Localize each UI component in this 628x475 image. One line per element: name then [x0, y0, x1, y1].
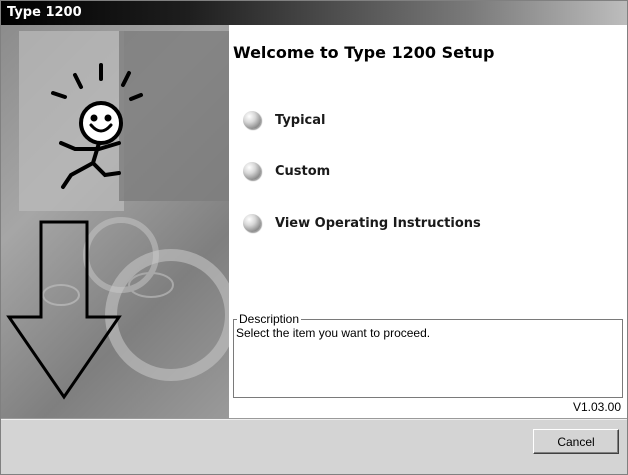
option-view-instructions-label: View Operating Instructions: [275, 215, 481, 231]
option-custom[interactable]: Custom: [243, 159, 330, 183]
radio-bullet-icon: [243, 162, 261, 180]
title-bar[interactable]: Type 1200: [1, 1, 627, 25]
swirl-1: [105, 249, 229, 381]
version-label: V1.03.00: [572, 400, 621, 414]
option-view-instructions[interactable]: View Operating Instructions: [243, 211, 481, 235]
panel-right: [119, 31, 229, 201]
option-typical[interactable]: Typical: [243, 108, 326, 132]
option-custom-label: Custom: [275, 163, 331, 179]
main-content: Welcome to Type 1200 Setup Typical Custo…: [229, 25, 627, 418]
footer-divider: [1, 418, 627, 420]
description-text: Select the item you want to proceed.: [236, 326, 431, 340]
option-typical-label: Typical: [275, 112, 326, 128]
cancel-button[interactable]: Cancel: [533, 429, 619, 454]
swirl-4: [42, 284, 80, 306]
radio-bullet-icon: [243, 214, 261, 232]
setup-window: Type 1200 Welcome to Type 1200 Setup Typ…: [0, 0, 628, 475]
setup-artwork: [6, 31, 229, 400]
arrow-down-icon: [6, 220, 122, 400]
side-artwork: [1, 25, 229, 418]
window-title: Type 1200: [7, 5, 82, 20]
description-box: Description Select the item you want to …: [233, 312, 623, 398]
page-title: Welcome to Type 1200 Setup: [233, 43, 495, 62]
radio-bullet-icon: [243, 111, 261, 129]
description-legend: Description: [237, 312, 302, 326]
